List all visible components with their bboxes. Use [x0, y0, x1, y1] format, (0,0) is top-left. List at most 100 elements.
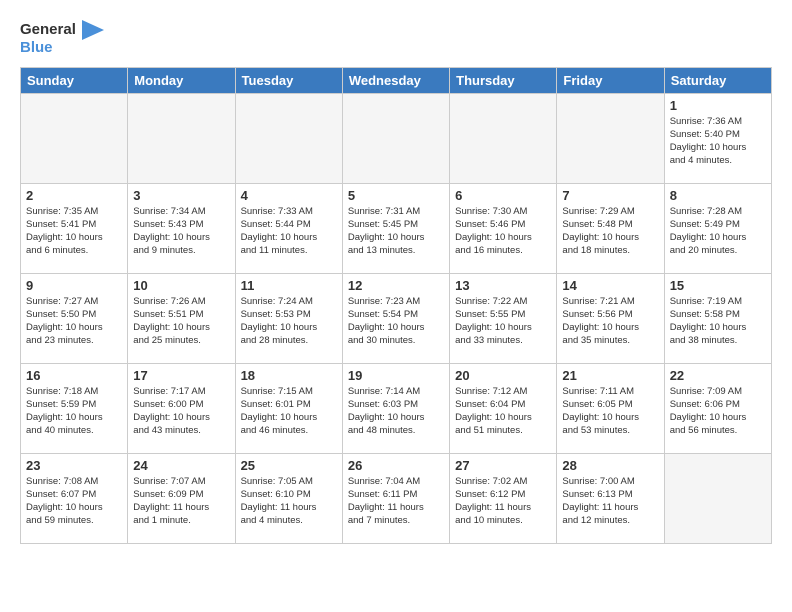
calendar-cell: 17 Sunrise: 7:17 AM Sunset: 6:00 PM Dayli…: [128, 363, 235, 453]
calendar-cell: [21, 93, 128, 183]
logo-general: General: [20, 21, 76, 38]
day-number: 28: [562, 458, 658, 473]
logo-blue: Blue: [20, 39, 53, 56]
day-header-wednesday: Wednesday: [342, 67, 449, 93]
day-info: Sunrise: 7:04 AM Sunset: 6:11 PM Dayligh…: [348, 475, 444, 528]
calendar-cell: 25Sunrise: 7:05 AM Sunset: 6:10 PM Dayli…: [235, 453, 342, 543]
day-number: 27: [455, 458, 551, 473]
calendar-cell: [664, 453, 771, 543]
day-info: Sunrise: 7:02 AM Sunset: 6:12 PM Dayligh…: [455, 475, 551, 528]
calendar-cell: 16Sunrise: 7:18 AM Sunset: 5:59 PM Dayli…: [21, 363, 128, 453]
day-info: Sunrise: 7:23 AM Sunset: 5:54 PM Dayligh…: [348, 295, 444, 348]
calendar-cell: 2Sunrise: 7:35 AM Sunset: 5:41 PM Daylig…: [21, 183, 128, 273]
calendar-cell: 18 Sunrise: 7:15 AM Sunset: 6:01 PM Dayli…: [235, 363, 342, 453]
calendar-cell: 20 Sunrise: 7:12 AM Sunset: 6:04 PM Dayli…: [450, 363, 557, 453]
day-number: 3: [133, 188, 229, 203]
calendar-cell: 12 Sunrise: 7:23 AM Sunset: 5:54 PM Dayli…: [342, 273, 449, 363]
day-info: Sunrise: 7:12 AM Sunset: 6:04 PM Dayligh…: [455, 385, 551, 438]
calendar-cell: [235, 93, 342, 183]
day-info: Sunrise: 7:05 AM Sunset: 6:10 PM Dayligh…: [241, 475, 337, 528]
calendar-cell: 24 Sunrise: 7:07 AM Sunset: 6:09 PM Dayli…: [128, 453, 235, 543]
calendar-cell: 15 Sunrise: 7:19 AM Sunset: 5:58 PM Dayli…: [664, 273, 771, 363]
day-header-saturday: Saturday: [664, 67, 771, 93]
day-number: 18: [241, 368, 337, 383]
calendar-cell: 1 Sunrise: 7:36 AM Sunset: 5:40 PM Daylig…: [664, 93, 771, 183]
day-number: 20: [455, 368, 551, 383]
day-header-sunday: Sunday: [21, 67, 128, 93]
calendar-cell: 21 Sunrise: 7:11 AM Sunset: 6:05 PM Dayli…: [557, 363, 664, 453]
day-number: 10: [133, 278, 229, 293]
calendar-cell: 26 Sunrise: 7:04 AM Sunset: 6:11 PM Dayli…: [342, 453, 449, 543]
day-number: 7: [562, 188, 658, 203]
day-info: Sunrise: 7:09 AM Sunset: 6:06 PM Dayligh…: [670, 385, 766, 438]
calendar-cell: 13 Sunrise: 7:22 AM Sunset: 5:55 PM Dayli…: [450, 273, 557, 363]
day-info: Sunrise: 7:17 AM Sunset: 6:00 PM Dayligh…: [133, 385, 229, 438]
day-number: 4: [241, 188, 337, 203]
calendar-cell: [450, 93, 557, 183]
calendar-cell: 19Sunrise: 7:14 AM Sunset: 6:03 PM Dayli…: [342, 363, 449, 453]
calendar-cell: [342, 93, 449, 183]
header: General Blue: [20, 20, 772, 57]
day-info: Sunrise: 7:26 AM Sunset: 5:51 PM Dayligh…: [133, 295, 229, 348]
day-header-thursday: Thursday: [450, 67, 557, 93]
day-info: Sunrise: 7:14 AM Sunset: 6:03 PM Dayligh…: [348, 385, 444, 438]
day-number: 21: [562, 368, 658, 383]
day-info: Sunrise: 7:08 AM Sunset: 6:07 PM Dayligh…: [26, 475, 122, 528]
day-info: Sunrise: 7:22 AM Sunset: 5:55 PM Dayligh…: [455, 295, 551, 348]
calendar-cell: 9 Sunrise: 7:27 AM Sunset: 5:50 PM Daylig…: [21, 273, 128, 363]
calendar-week-2: 2Sunrise: 7:35 AM Sunset: 5:41 PM Daylig…: [21, 183, 772, 273]
day-info: Sunrise: 7:29 AM Sunset: 5:48 PM Dayligh…: [562, 205, 658, 258]
calendar-week-5: 23 Sunrise: 7:08 AM Sunset: 6:07 PM Dayli…: [21, 453, 772, 543]
day-info: Sunrise: 7:31 AM Sunset: 5:45 PM Dayligh…: [348, 205, 444, 258]
calendar-week-1: 1 Sunrise: 7:36 AM Sunset: 5:40 PM Daylig…: [21, 93, 772, 183]
calendar-cell: 3 Sunrise: 7:34 AM Sunset: 5:43 PM Daylig…: [128, 183, 235, 273]
day-info: Sunrise: 7:33 AM Sunset: 5:44 PM Dayligh…: [241, 205, 337, 258]
day-header-friday: Friday: [557, 67, 664, 93]
day-info: Sunrise: 7:11 AM Sunset: 6:05 PM Dayligh…: [562, 385, 658, 438]
day-info: Sunrise: 7:28 AM Sunset: 5:49 PM Dayligh…: [670, 205, 766, 258]
calendar-cell: 27 Sunrise: 7:02 AM Sunset: 6:12 PM Dayli…: [450, 453, 557, 543]
calendar-cell: 14 Sunrise: 7:21 AM Sunset: 5:56 PM Dayli…: [557, 273, 664, 363]
calendar-week-3: 9 Sunrise: 7:27 AM Sunset: 5:50 PM Daylig…: [21, 273, 772, 363]
day-number: 14: [562, 278, 658, 293]
day-number: 6: [455, 188, 551, 203]
day-number: 24: [133, 458, 229, 473]
day-header-monday: Monday: [128, 67, 235, 93]
calendar-cell: 23 Sunrise: 7:08 AM Sunset: 6:07 PM Dayli…: [21, 453, 128, 543]
day-number: 5: [348, 188, 444, 203]
day-info: Sunrise: 7:15 AM Sunset: 6:01 PM Dayligh…: [241, 385, 337, 438]
day-number: 15: [670, 278, 766, 293]
calendar-table: SundayMondayTuesdayWednesdayThursdayFrid…: [20, 67, 772, 544]
day-number: 2: [26, 188, 122, 203]
calendar-cell: 7 Sunrise: 7:29 AM Sunset: 5:48 PM Daylig…: [557, 183, 664, 273]
calendar-header-row: SundayMondayTuesdayWednesdayThursdayFrid…: [21, 67, 772, 93]
day-number: 23: [26, 458, 122, 473]
calendar-cell: 5 Sunrise: 7:31 AM Sunset: 5:45 PM Daylig…: [342, 183, 449, 273]
calendar-cell: 11Sunrise: 7:24 AM Sunset: 5:53 PM Dayli…: [235, 273, 342, 363]
calendar-cell: 4 Sunrise: 7:33 AM Sunset: 5:44 PM Daylig…: [235, 183, 342, 273]
calendar-cell: 28 Sunrise: 7:00 AM Sunset: 6:13 PM Dayli…: [557, 453, 664, 543]
day-number: 1: [670, 98, 766, 113]
calendar-cell: [128, 93, 235, 183]
day-info: Sunrise: 7:27 AM Sunset: 5:50 PM Dayligh…: [26, 295, 122, 348]
calendar-cell: [557, 93, 664, 183]
day-info: Sunrise: 7:34 AM Sunset: 5:43 PM Dayligh…: [133, 205, 229, 258]
day-info: Sunrise: 7:07 AM Sunset: 6:09 PM Dayligh…: [133, 475, 229, 528]
day-info: Sunrise: 7:19 AM Sunset: 5:58 PM Dayligh…: [670, 295, 766, 348]
calendar-cell: 8Sunrise: 7:28 AM Sunset: 5:49 PM Daylig…: [664, 183, 771, 273]
day-header-tuesday: Tuesday: [235, 67, 342, 93]
day-info: Sunrise: 7:21 AM Sunset: 5:56 PM Dayligh…: [562, 295, 658, 348]
day-number: 17: [133, 368, 229, 383]
calendar-week-4: 16Sunrise: 7:18 AM Sunset: 5:59 PM Dayli…: [21, 363, 772, 453]
day-number: 13: [455, 278, 551, 293]
day-info: Sunrise: 7:36 AM Sunset: 5:40 PM Dayligh…: [670, 115, 766, 168]
day-number: 16: [26, 368, 122, 383]
day-info: Sunrise: 7:00 AM Sunset: 6:13 PM Dayligh…: [562, 475, 658, 528]
logo: General Blue: [20, 20, 104, 57]
logo-arrow-icon: [82, 20, 104, 40]
day-number: 12: [348, 278, 444, 293]
day-number: 9: [26, 278, 122, 293]
calendar-cell: 6Sunrise: 7:30 AM Sunset: 5:46 PM Daylig…: [450, 183, 557, 273]
calendar-cell: 22Sunrise: 7:09 AM Sunset: 6:06 PM Dayli…: [664, 363, 771, 453]
day-number: 26: [348, 458, 444, 473]
